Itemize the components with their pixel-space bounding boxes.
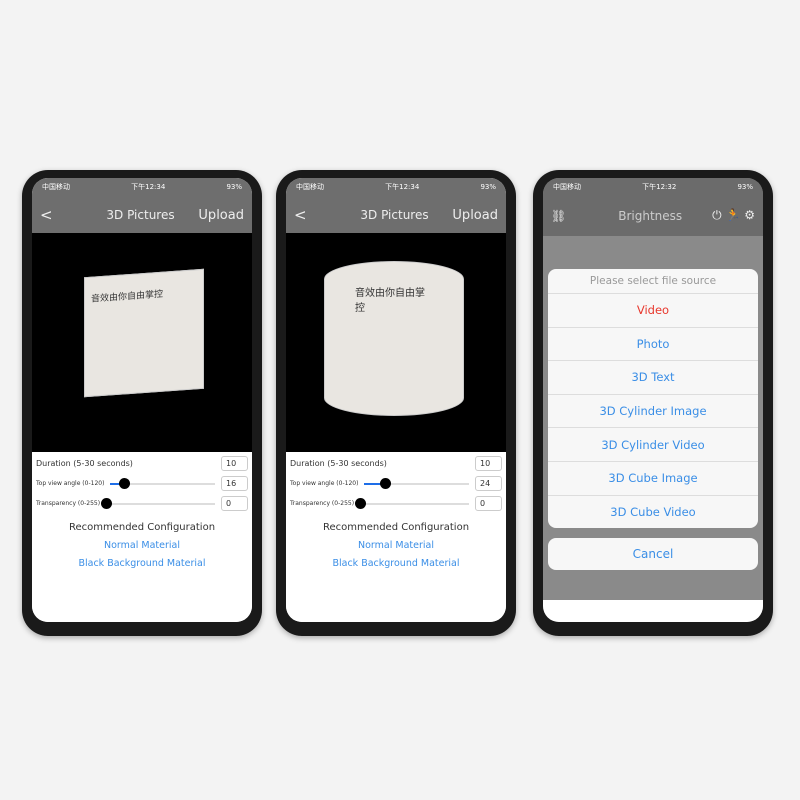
duration-label: Duration (5-30 seconds) — [290, 459, 387, 468]
upload-button[interactable]: Upload — [198, 208, 244, 223]
transparency-slider[interactable] — [355, 497, 469, 509]
status-bar: 中国移动 下午12:32 93% — [543, 178, 763, 196]
sheet-option[interactable]: 3D Cube Video — [548, 494, 758, 529]
angle-label: Top view angle (0-120) — [36, 480, 105, 487]
file-source-sheet: Please select file source Video Photo 3D T… — [548, 269, 758, 529]
duration-label: Duration (5-30 seconds) — [36, 459, 133, 468]
sheet-option[interactable]: 3D Text — [548, 360, 758, 394]
transparency-label: Transparency (0-255) — [290, 500, 355, 507]
page-title: 3D Pictures — [106, 208, 175, 222]
transparency-input[interactable]: 0 — [221, 496, 248, 511]
upload-button[interactable]: Upload — [452, 208, 498, 223]
page-title: Brightness — [618, 208, 683, 223]
transparency-input[interactable]: 0 — [475, 496, 502, 511]
back-button[interactable]: < — [40, 206, 53, 224]
transparency-label: Transparency (0-255) — [36, 500, 101, 507]
duration-input[interactable]: 10 — [221, 456, 248, 471]
power-icon[interactable]: ⏻ — [712, 208, 722, 222]
cube-product-image: 音效由你自由掌控 — [84, 268, 204, 398]
carrier: 中国移动 — [42, 183, 70, 191]
back-button[interactable]: < — [294, 206, 307, 224]
settings-panel: Duration (5-30 seconds) 10 Top view angle… — [32, 452, 252, 622]
normal-material-link[interactable]: Normal Material — [32, 540, 252, 551]
running-icon[interactable]: 🏃 — [725, 208, 740, 222]
config-title: Recommended Configuration — [322, 522, 470, 533]
preview-area: 音效由你自由掌控 — [286, 233, 506, 452]
time: 下午12:34 — [385, 183, 420, 191]
nav-bar: 中国移动 下午12:34 93% <3D Pictures Upload — [32, 178, 252, 233]
time: 下午12:34 — [131, 183, 166, 191]
cylinder-product-image: 音效由你自由掌控 — [324, 261, 464, 416]
status-bar: 中国移动 下午12:34 93% — [286, 178, 506, 196]
black-background-link[interactable]: Black Background Material — [32, 558, 252, 569]
status-bar: 中国移动 下午12:34 93% — [32, 178, 252, 196]
sheet-option[interactable]: 3D Cylinder Video — [548, 427, 758, 461]
battery: 93% — [737, 183, 753, 191]
config-title: Recommended Configuration — [68, 522, 216, 533]
normal-material-link[interactable]: Normal Material — [286, 540, 506, 551]
sheet-header: Please select file source — [589, 275, 717, 287]
phone-1: 中国移动 下午12:34 93% <3D Pictures Upload 音效由你自由… — [22, 170, 262, 636]
carrier: 中国移动 — [553, 183, 581, 191]
black-background-link[interactable]: Black Background Material — [286, 558, 506, 569]
angle-input[interactable]: 24 — [475, 476, 502, 491]
battery: 93% — [226, 183, 242, 191]
transparency-slider[interactable] — [101, 497, 215, 509]
duration-input[interactable]: 10 — [475, 456, 502, 471]
page-title: 3D Pictures — [360, 208, 429, 222]
sheet-option[interactable]: 3D Cube Image — [548, 460, 758, 495]
carrier: 中国移动 — [296, 183, 324, 191]
battery: 93% — [480, 183, 496, 191]
time: 下午12:32 — [642, 183, 677, 191]
angle-slider[interactable] — [364, 477, 469, 489]
nav-bar: 中国移动 下午12:34 93% <3D Pictures Upload — [286, 178, 506, 233]
phone-2: 中国移动 下午12:34 93% <3D Pictures Upload 音效由你自由… — [276, 170, 516, 636]
unlink-icon[interactable]: ⛓ — [551, 209, 566, 223]
angle-input[interactable]: 16 — [221, 476, 248, 491]
cancel-button[interactable]: Cancel — [548, 538, 758, 570]
sheet-option[interactable]: Video — [548, 293, 758, 327]
angle-label: Top view angle (0-120) — [290, 480, 359, 487]
phone-3: 中国移动 下午12:32 93% ⛓ Brightness ⏻ 🏃 ⚙ Please… — [533, 170, 773, 636]
sheet-option[interactable]: Photo — [548, 326, 758, 361]
header-bar: 中国移动 下午12:32 93% ⛓ Brightness ⏻ 🏃 ⚙ — [543, 178, 763, 236]
sheet-option[interactable]: 3D Cylinder Image — [548, 393, 758, 428]
gear-icon[interactable]: ⚙ — [744, 208, 755, 222]
settings-panel: Duration (5-30 seconds) 10 Top view angle… — [286, 452, 506, 622]
angle-slider[interactable] — [110, 477, 215, 489]
preview-area: 音效由你自由掌控 — [32, 233, 252, 452]
